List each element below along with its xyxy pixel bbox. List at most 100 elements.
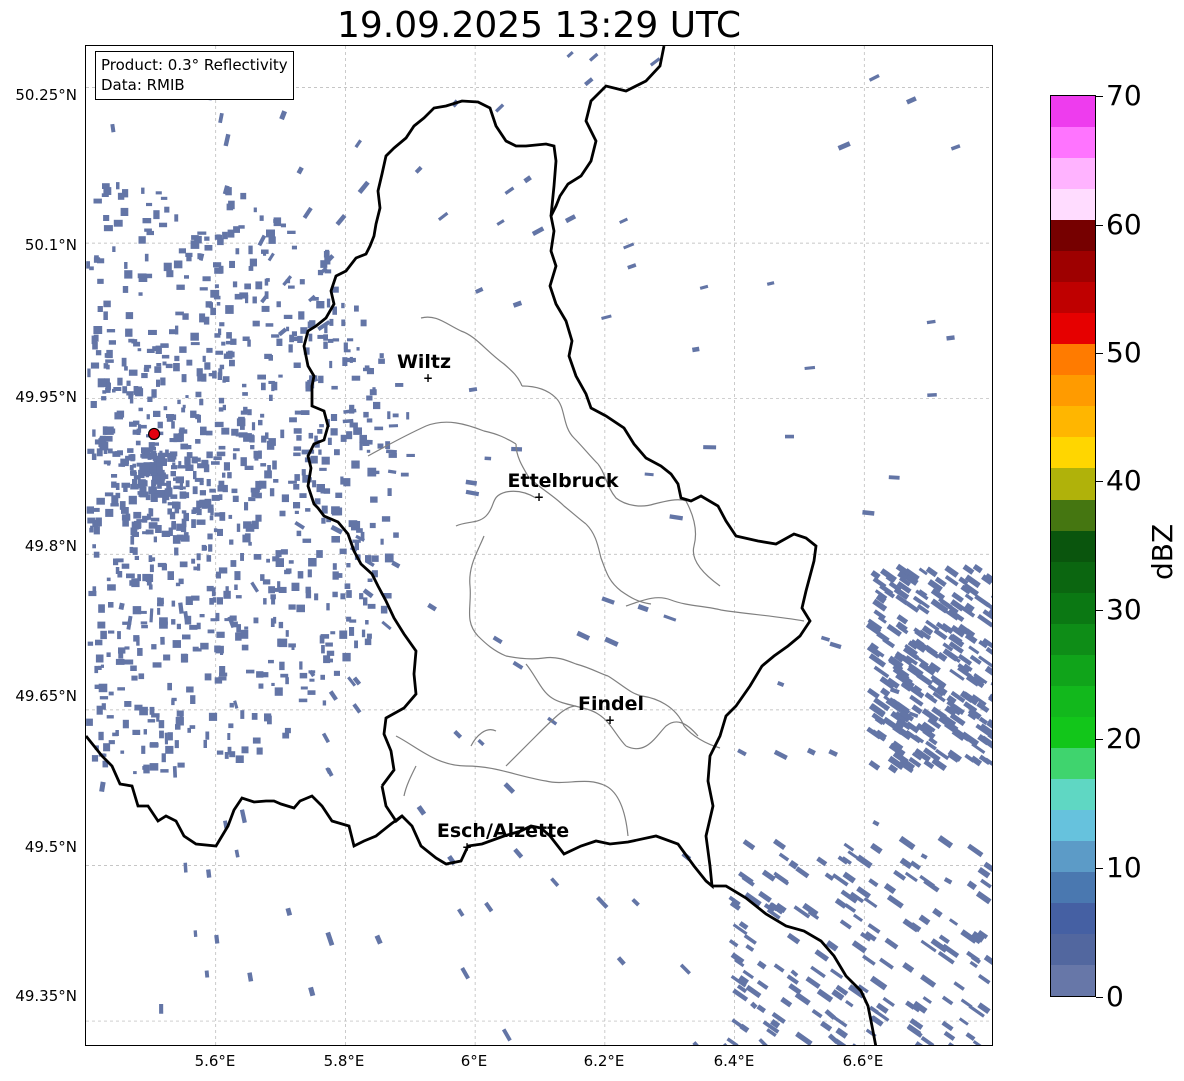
radar-echo: [122, 514, 127, 519]
radar-echo: [166, 270, 174, 278]
radar-echo: [343, 349, 351, 353]
radar-echo: [816, 856, 828, 867]
radar-echo: [253, 207, 257, 213]
colorbar-tick-mark: [1096, 225, 1103, 226]
radar-echo: [169, 438, 178, 443]
radar-echo: [983, 954, 992, 970]
radar-echo: [90, 401, 97, 408]
radar-echo: [235, 248, 240, 255]
radar-echo: [213, 528, 218, 533]
radar-echo: [138, 491, 144, 497]
radar-echo: [118, 602, 125, 611]
radar-echo: [236, 523, 241, 532]
radar-echo: [312, 480, 317, 488]
radar-echo: [191, 509, 196, 514]
radar-echo: [144, 253, 149, 262]
radar-echo: [130, 527, 138, 536]
radar-echo: [154, 493, 163, 498]
radar-echo: [126, 573, 135, 579]
radar-echo: [820, 635, 831, 642]
radar-echo: [178, 602, 184, 614]
radar-echo: [147, 396, 153, 402]
radar-echo: [872, 820, 880, 827]
colorbar-segment: [1051, 220, 1095, 252]
radar-echo: [267, 715, 272, 725]
radar-echo: [189, 624, 198, 630]
radar-echo: [843, 842, 855, 852]
radar-echo: [176, 623, 181, 630]
radar-echo: [181, 374, 187, 383]
radar-echo: [321, 732, 330, 744]
radar-echo: [287, 230, 296, 234]
radar-echo: [172, 640, 181, 648]
radar-echo: [362, 588, 374, 599]
radar-echo: [353, 427, 362, 435]
radar-echo: [804, 365, 816, 371]
radar-echo: [204, 498, 212, 507]
radar-echo: [477, 738, 485, 747]
radar-echo: [363, 411, 369, 418]
radar-echo: [816, 988, 834, 1003]
radar-echo: [339, 630, 348, 639]
radar-echo: [146, 202, 153, 207]
radar-echo: [968, 645, 980, 655]
radar-echo: [163, 262, 172, 272]
radar-echo: [150, 517, 160, 522]
colorbar-segment: [1051, 251, 1095, 283]
radar-echo: [218, 112, 224, 124]
radar-echo: [161, 530, 171, 537]
radar-echo: [130, 665, 137, 671]
radar-echo: [152, 475, 161, 485]
radar-echo: [96, 497, 105, 505]
radar-echo: [371, 555, 379, 562]
radar-echo: [208, 712, 218, 721]
radar-echo: [132, 547, 138, 555]
radar-echo: [699, 284, 709, 290]
radar-echo: [263, 598, 267, 605]
radar-echo: [131, 675, 138, 681]
city-marker-icon: +: [604, 713, 616, 727]
radar-echo: [270, 618, 275, 627]
radar-echo: [206, 555, 212, 562]
radar-echo: [88, 590, 97, 597]
radar-map[interactable]: [85, 45, 993, 1046]
radar-echo: [225, 586, 229, 595]
radar-echo: [863, 897, 878, 909]
radar-echo: [235, 755, 244, 763]
radar-echo: [138, 236, 146, 244]
radar-echo: [132, 463, 137, 468]
lon-tick-label: 5.8°E: [323, 1052, 365, 1070]
radar-echo: [922, 996, 932, 1005]
colorbar-tick-mark: [1096, 997, 1103, 998]
radar-echo: [182, 404, 186, 409]
radar-echo: [294, 410, 303, 415]
radar-echo: [117, 377, 123, 386]
radar-echo: [831, 1014, 848, 1028]
radar-echo: [108, 340, 116, 345]
colorbar-tick-mark: [1096, 868, 1103, 869]
radar-echo: [248, 266, 254, 271]
radar-echo: [828, 749, 838, 757]
radar-echo: [190, 332, 199, 341]
radar-echo: [153, 210, 160, 220]
radar-echo: [637, 604, 649, 613]
radar-echo: [214, 645, 221, 653]
radar-echo: [246, 669, 255, 674]
radar-echo: [299, 661, 303, 670]
radar-echo: [918, 567, 928, 576]
radar-echo: [133, 511, 142, 519]
radar-echo: [296, 530, 302, 537]
radar-echo: [271, 334, 280, 338]
radar-echo: [966, 880, 978, 891]
radar-echo: [726, 1037, 739, 1045]
radar-echo: [135, 440, 141, 446]
radar-echo: [284, 727, 291, 734]
radar-echo: [307, 569, 312, 578]
radar-echo: [103, 743, 111, 752]
radar-echo: [756, 960, 767, 970]
radar-echo: [172, 462, 176, 467]
radar-echo: [576, 630, 591, 641]
radar-echo: [207, 629, 215, 634]
radar-echo: [972, 1040, 989, 1045]
radar-echo: [773, 963, 785, 973]
